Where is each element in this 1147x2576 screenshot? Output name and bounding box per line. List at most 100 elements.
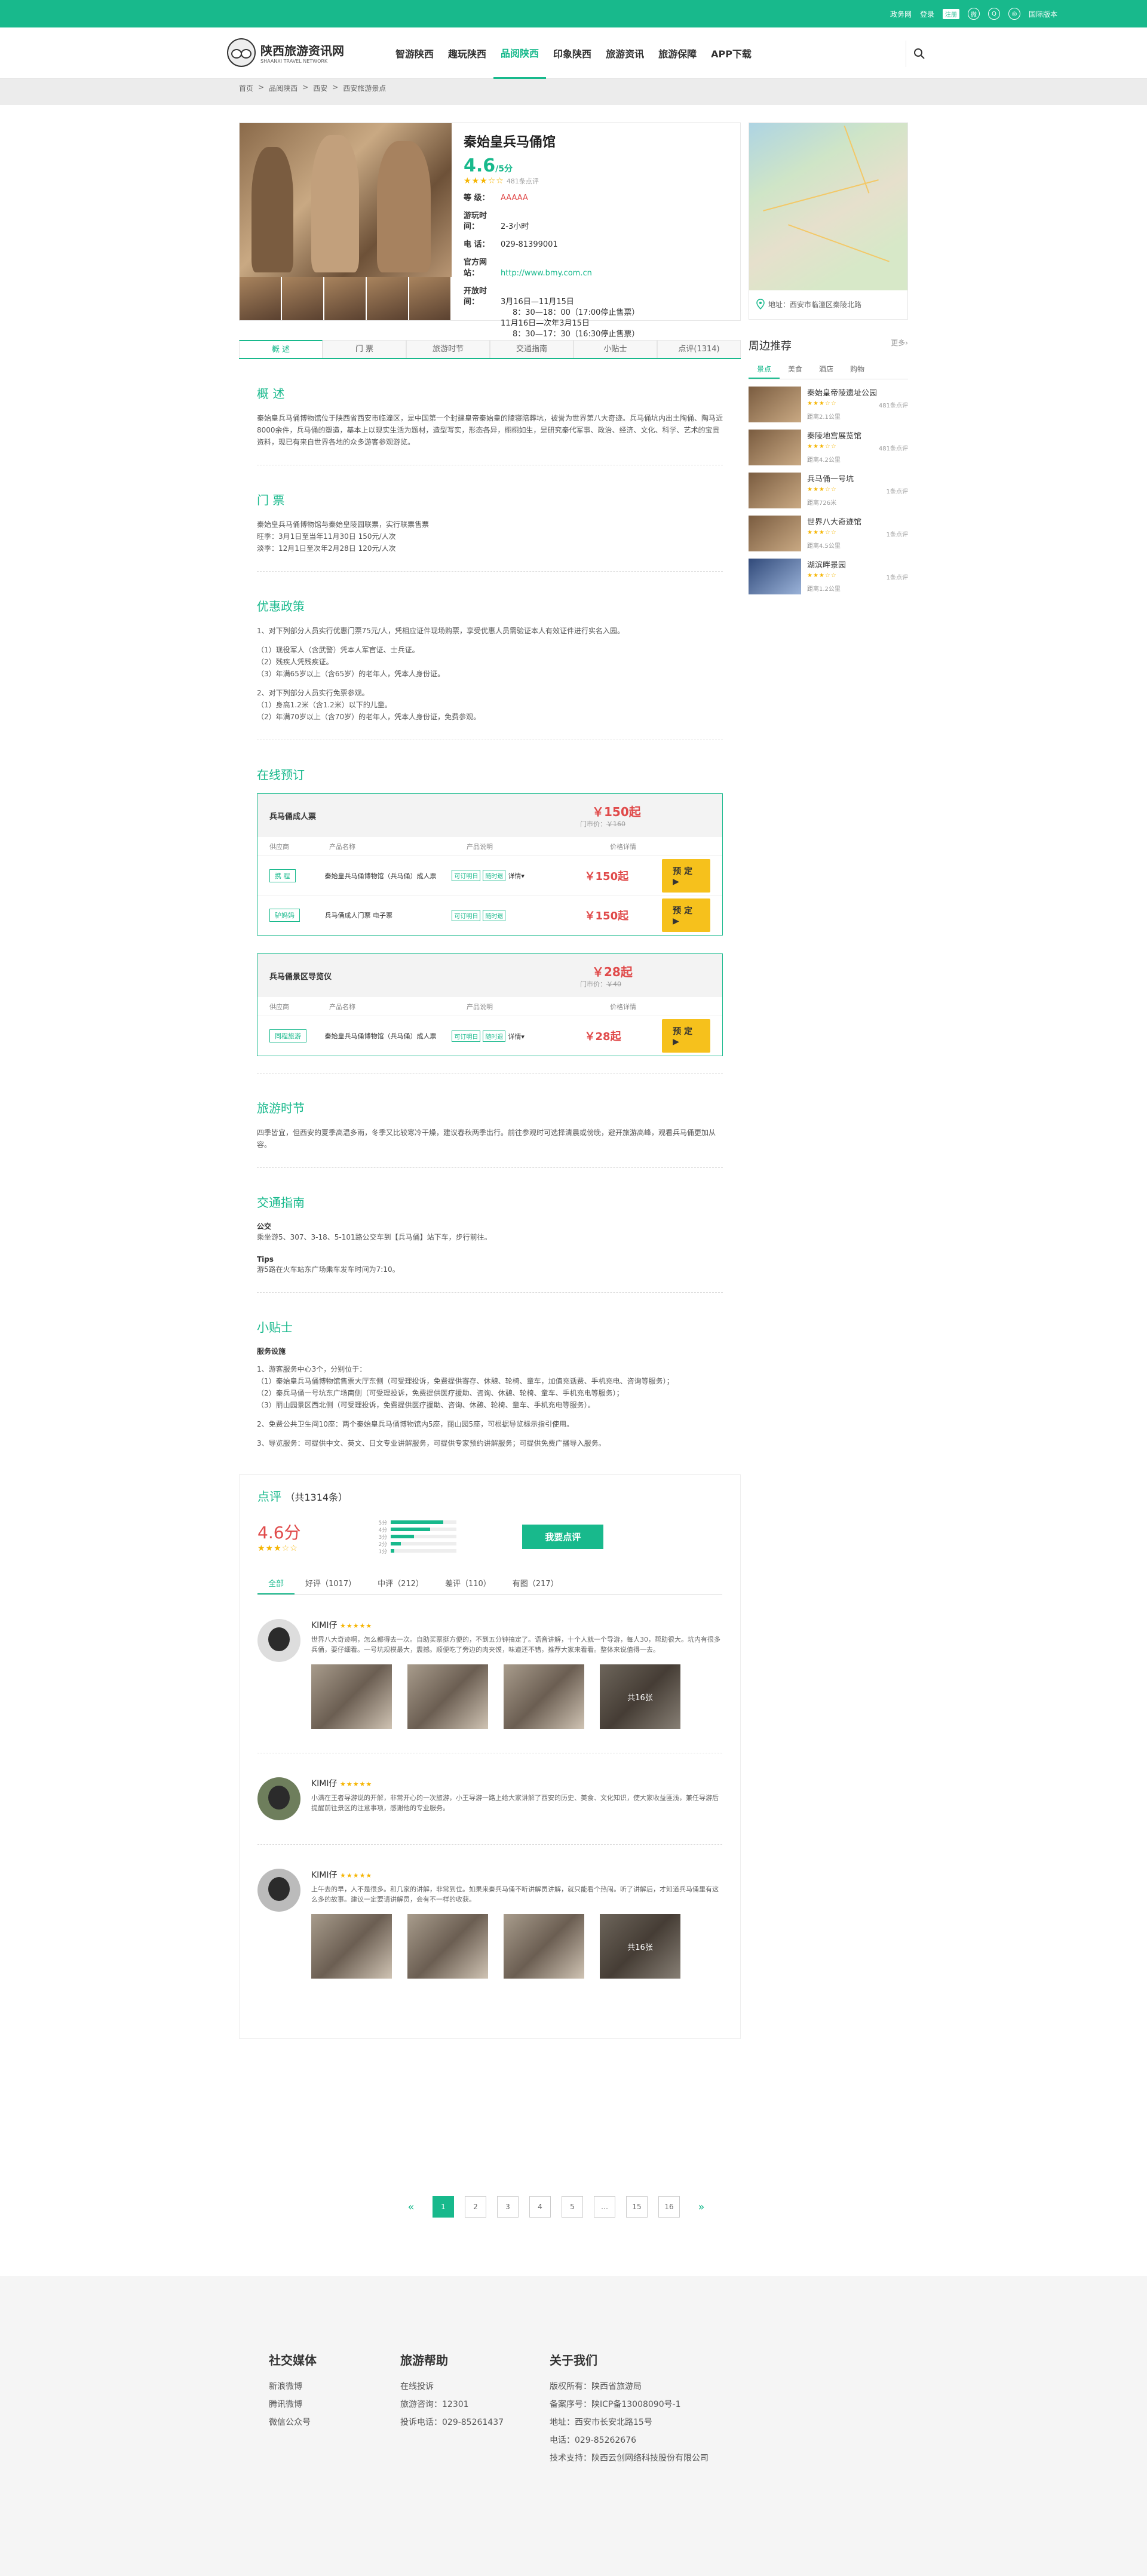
crumb-item[interactable]: 品阅陕西 [269,83,298,93]
review-photo[interactable] [311,1914,392,1979]
tab-season[interactable]: 旅游时节 [406,340,490,358]
rating-bar-fill [391,1542,401,1545]
thumbnail[interactable] [409,277,450,320]
vendor-badge[interactable]: 驴妈妈 [269,909,300,922]
review-score: 4.6分 [257,1523,301,1542]
prev-page-button[interactable]: « [400,2196,422,2218]
page-button[interactable]: 5 [562,2196,583,2218]
info-phone: 电 话： 029-81399001 [464,240,558,249]
nearby-item[interactable]: 秦始皇帝陵遗址公园 ★★★☆☆ 481条点评 距离2.1公里 [749,387,908,422]
section-title: 点评 （共1314条） [257,1489,348,1504]
page-button[interactable]: 3 [497,2196,519,2218]
review-count[interactable]: 481条点评 [507,177,539,185]
crumb-item[interactable]: 西安 [313,83,327,93]
avatar[interactable] [257,1777,300,1820]
site-logo[interactable]: 陕西旅游资讯网 SHAANXI TRAVEL NETWORK [227,38,344,67]
avatar[interactable] [257,1869,300,1912]
wechat-icon[interactable]: ◎ [1008,8,1020,20]
weibo-icon[interactable]: 微 [967,8,980,20]
review-photo[interactable] [504,1914,584,1979]
nearby-item[interactable]: 秦陵地宫展览馆 ★★★☆☆ 481条点评 距离4.2公里 [749,430,908,465]
nearby-recommendations: 周边推荐 更多› 景点 美食 酒店 购物 秦始皇帝陵遗址公园 ★★★☆☆ 481条点评… [749,338,908,594]
thumbnail[interactable] [324,277,366,320]
page-button[interactable]: 15 [626,2196,648,2218]
detail-toggle[interactable]: 详情▾ [508,1033,525,1041]
review-tab-good[interactable]: 好评（1017） [295,1572,367,1594]
logo-glasses-icon [227,38,256,67]
book-button[interactable]: 预 定 ▶ [662,858,710,893]
review-photo[interactable] [407,1664,488,1729]
nearby-tab[interactable]: 景点 [749,360,780,379]
location-map[interactable]: 地址：西安市临潼区秦陵北路 [749,122,908,320]
package-price: ￥150起 [592,805,641,819]
nav-item[interactable]: 旅游资讯 [599,27,651,79]
nearby-item[interactable]: 兵马俑一号坑 ★★★☆☆ 1条点评 距离726米 [749,473,908,508]
review-tab-photos[interactable]: 有图（217） [502,1572,569,1594]
crumb-home[interactable]: 首页 [239,83,253,93]
photo-gallery[interactable] [240,123,452,320]
page-button[interactable]: 1 [433,2196,454,2218]
page-button[interactable]: 4 [529,2196,551,2218]
qq-icon[interactable]: Q [987,8,1000,20]
gov-link[interactable]: 政务网 [890,9,912,19]
footer-link[interactable]: 腾讯微博 [269,2396,317,2414]
tab-overview[interactable]: 概 述 [239,340,323,358]
login-link[interactable]: 登录 [920,9,934,19]
vendor-badge[interactable]: 同程旅游 [269,1029,306,1042]
nav-item[interactable]: 趣玩陕西 [441,27,493,79]
nav-item[interactable]: 旅游保障 [651,27,704,79]
review-tab-bad[interactable]: 差评（110） [434,1572,502,1594]
write-review-button[interactable]: 我要点评 [522,1524,604,1549]
nearby-tab[interactable]: 酒店 [811,360,842,379]
nav-item[interactable]: 印象陕西 [546,27,599,79]
footer-link[interactable]: 微信公众号 [269,2414,317,2431]
review-photo-more[interactable]: 共16张 [600,1914,680,1979]
next-page-button[interactable]: » [691,2196,712,2218]
search-button[interactable] [906,41,932,67]
nearby-tab[interactable]: 美食 [780,360,811,379]
tab-tips[interactable]: 小贴士 [574,340,657,358]
tab-reviews[interactable]: 点评(1314) [657,340,741,358]
page-button[interactable]: 16 [658,2196,680,2218]
map-view[interactable] [749,123,907,290]
crumb-sep: > [258,83,265,91]
review-photo[interactable] [311,1664,392,1729]
detail-toggle[interactable]: 详情▾ [508,872,525,880]
nav-item[interactable]: 智游陕西 [388,27,441,79]
review-tab-medium[interactable]: 中评（212） [367,1572,434,1594]
thumbnail[interactable] [367,277,408,320]
book-button[interactable]: 预 定 ▶ [662,898,710,932]
nearby-item[interactable]: 湖滨畔景园 ★★★☆☆ 1条点评 距离1.2公里 [749,559,908,594]
product-name: 秦始皇兵马俑博物馆（兵马俑）成人票 [324,1032,437,1040]
footer-link[interactable]: 在线投诉 [400,2378,504,2396]
review-photo[interactable] [504,1664,584,1729]
avatar[interactable] [257,1619,300,1662]
website-link[interactable]: http://www.bmy.com.cn [501,269,592,278]
main-photo[interactable] [240,123,452,277]
vendor-badge[interactable]: 携 程 [269,869,296,882]
footer-link[interactable]: 新浪微博 [269,2378,317,2396]
tab-ticket[interactable]: 门 票 [323,340,406,358]
review-photo-more[interactable]: 共16张 [600,1664,680,1729]
footer-text: 旅游咨询：12301 [400,2400,469,2409]
register-link[interactable]: 注册 [942,8,959,19]
more-link[interactable]: 更多› [891,338,908,353]
footer-text: 技术支持：陕西云创网络科技股份有限公司 [550,2454,709,2463]
book-button[interactable]: 预 定 ▶ [662,1019,710,1053]
language-switch[interactable]: 国际版本 [1029,9,1057,19]
tab-traffic[interactable]: 交通指南 [490,340,574,358]
page-button[interactable]: 2 [465,2196,486,2218]
review-photo[interactable] [407,1914,488,1979]
sidebar: 地址：西安市临潼区秦陵北路 周边推荐 更多› 景点 美食 酒店 购物 秦始皇帝陵遗… [749,122,908,594]
nearby-tab[interactable]: 购物 [842,360,873,379]
nav-item-active[interactable]: 品阅陕西 [493,27,547,79]
season-section: 旅游时节 四季皆宜，但西安的夏季高温多雨，冬季又比较寒冷干燥，建议春秋两季出行。… [239,1099,741,1151]
logo-title: 陕西旅游资讯网 [260,44,344,58]
info-level: 等 级： AAAAA [464,194,528,203]
nearby-item[interactable]: 世界八大奇迹馆 ★★★☆☆ 1条点评 距离4.5公里 [749,516,908,551]
thumbnail[interactable] [240,277,281,320]
booking-package: 兵马俑成人票 ￥150起 门市价：￥160 供应商 产品名称 产品说明 价格详情 携 … [257,793,723,936]
nav-item[interactable]: APP下载 [704,27,759,79]
thumbnail[interactable] [282,277,323,320]
review-tab-all[interactable]: 全部 [257,1572,295,1594]
